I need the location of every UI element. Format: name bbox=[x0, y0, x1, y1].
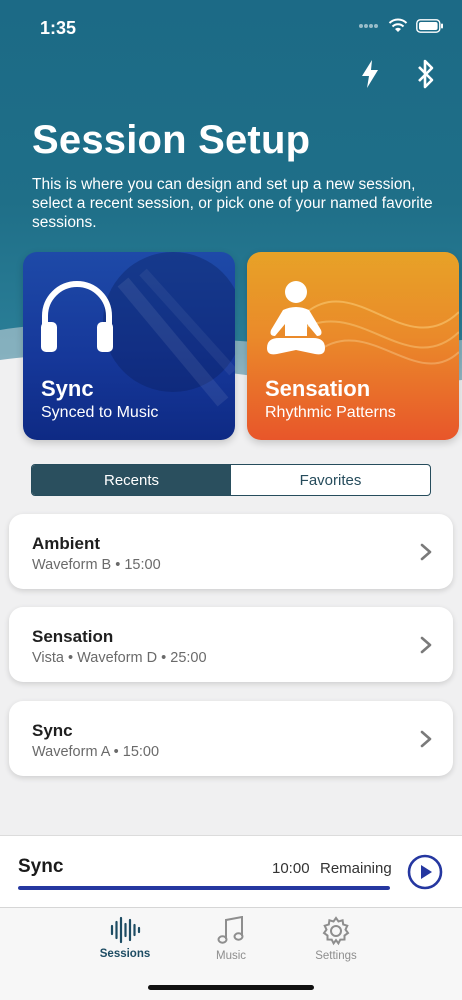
home-indicator bbox=[148, 985, 314, 990]
lightning-icon[interactable] bbox=[356, 58, 384, 90]
signal-icon bbox=[359, 23, 378, 28]
wifi-icon bbox=[388, 18, 408, 32]
session-title: Ambient bbox=[32, 534, 100, 553]
tab-sessions-label: Sessions bbox=[99, 948, 151, 960]
now-playing-time: 10:00 bbox=[272, 860, 310, 877]
gear-icon bbox=[322, 916, 350, 946]
list-item[interactable]: Ambient Waveform B • 15:00 bbox=[9, 514, 453, 589]
tab-music-label: Music bbox=[215, 950, 247, 962]
play-icon[interactable] bbox=[407, 854, 443, 890]
music-note-icon bbox=[217, 916, 244, 944]
session-filter-segment: Recents Favorites bbox=[31, 464, 431, 496]
tab-music[interactable]: Music bbox=[186, 916, 276, 962]
status-bar: 1:35 bbox=[0, 0, 462, 56]
session-details: Waveform B • 15:00 bbox=[32, 557, 161, 573]
meditation-icon bbox=[267, 281, 325, 355]
now-playing-remaining-label: Remaining bbox=[320, 860, 392, 877]
sync-session-card[interactable]: Sync Synced to Music bbox=[23, 252, 235, 440]
tab-settings[interactable]: Settings bbox=[291, 916, 381, 962]
chevron-right-icon bbox=[420, 543, 432, 561]
header-actions bbox=[356, 58, 440, 90]
headphones-icon bbox=[41, 281, 113, 352]
status-time: 1:35 bbox=[40, 18, 77, 38]
tab-sessions[interactable]: Sessions bbox=[80, 916, 170, 960]
chevron-right-icon bbox=[420, 730, 432, 748]
now-playing-progress-fill bbox=[18, 886, 390, 890]
sensation-card-subtitle: Rhythmic Patterns bbox=[265, 404, 396, 421]
battery-icon bbox=[416, 18, 443, 33]
sync-card-title: Sync bbox=[41, 376, 94, 401]
page-title: Session Setup bbox=[32, 118, 311, 162]
session-details: Waveform A • 15:00 bbox=[32, 744, 160, 760]
chevron-right-icon bbox=[420, 636, 432, 654]
list-item[interactable]: Sync Waveform A • 15:00 bbox=[9, 701, 453, 776]
segment-favorites[interactable]: Favorites bbox=[231, 465, 430, 495]
bluetooth-icon[interactable] bbox=[412, 58, 440, 90]
now-playing-progress bbox=[18, 886, 390, 890]
tab-settings-label: Settings bbox=[315, 950, 357, 962]
sync-card-subtitle: Synced to Music bbox=[41, 404, 159, 421]
waveform-icon bbox=[110, 916, 141, 944]
sensation-card-title: Sensation bbox=[265, 376, 371, 401]
session-details: Vista • Waveform D • 25:00 bbox=[32, 650, 207, 666]
now-playing-title: Sync bbox=[18, 856, 64, 877]
segment-recents[interactable]: Recents bbox=[32, 465, 231, 495]
now-playing-bar[interactable]: Sync 10:00 Remaining bbox=[0, 835, 462, 907]
sensation-session-card[interactable]: Sensation Rhythmic Patterns bbox=[247, 252, 459, 440]
list-item[interactable]: Sensation Vista • Waveform D • 25:00 bbox=[9, 607, 453, 682]
page-description: This is where you can design and set up … bbox=[32, 176, 433, 231]
session-title: Sensation bbox=[32, 627, 114, 646]
session-title: Sync bbox=[32, 721, 73, 740]
